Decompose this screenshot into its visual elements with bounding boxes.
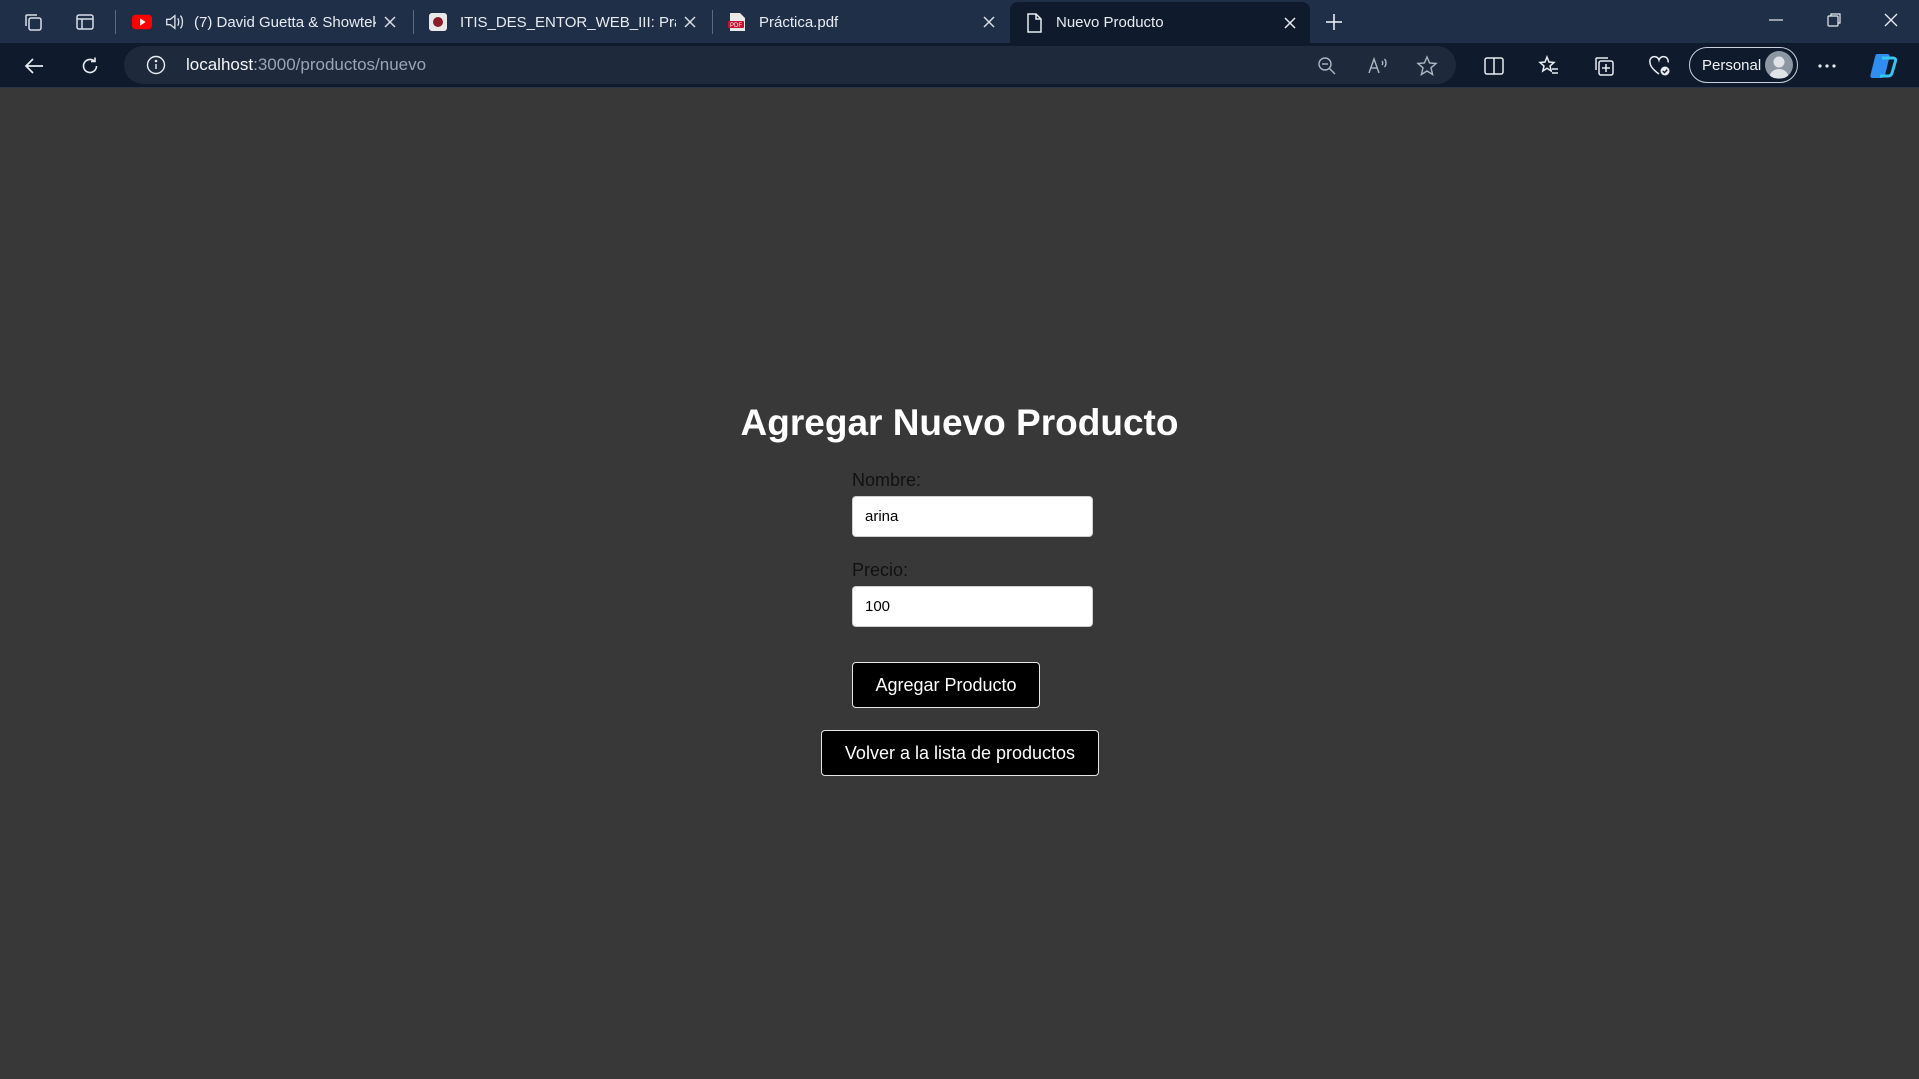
url-host: localhost [186, 55, 254, 74]
tab-title: (7) David Guetta & Showtek [194, 13, 376, 31]
copilot-icon[interactable] [1866, 49, 1900, 83]
close-window-button[interactable] [1863, 0, 1919, 40]
close-icon[interactable] [376, 8, 404, 36]
url-text[interactable]: localhost:3000/productos/nuevo [186, 55, 426, 75]
read-aloud-icon[interactable] [1366, 54, 1390, 78]
nombre-field[interactable] [852, 496, 1093, 537]
tab-title: ITIS_DES_ENTOR_WEB_III: Práctica [460, 13, 676, 31]
minimize-button[interactable] [1748, 0, 1804, 40]
favorite-star-icon[interactable] [1415, 54, 1439, 78]
precio-label: Precio: [852, 560, 909, 580]
address-bar[interactable]: localhost:3000/productos/nuevo [124, 46, 1456, 84]
tab-youtube[interactable]: (7) David Guetta & Showtek [118, 4, 410, 40]
browser-essentials-icon[interactable] [1642, 49, 1676, 83]
browser-toolbar: localhost:3000/productos/nuevo Personal [0, 43, 1919, 88]
volver-lista-button[interactable]: Volver a la lista de productos [821, 730, 1099, 776]
tab-course[interactable]: ITIS_DES_ENTOR_WEB_III: Práctica [414, 4, 710, 40]
vertical-tabs-icon[interactable] [70, 7, 100, 37]
pdf-icon: PDF [727, 12, 747, 32]
nombre-label: Nombre: [852, 470, 922, 490]
more-options-icon[interactable] [1810, 49, 1844, 83]
new-tab-button[interactable] [1318, 6, 1350, 38]
url-path: :3000/productos/nuevo [253, 55, 427, 74]
back-button[interactable] [17, 49, 51, 83]
favorites-icon[interactable] [1532, 49, 1566, 83]
page-icon [1024, 12, 1044, 33]
close-icon[interactable] [975, 8, 1003, 36]
site-info-icon[interactable] [146, 55, 166, 75]
profile-label: Personal [1702, 56, 1762, 74]
profile-button[interactable]: Personal [1689, 47, 1798, 83]
site-crest-icon [428, 12, 448, 32]
speaker-icon[interactable] [164, 12, 184, 32]
tab-title: Nuevo Producto [1056, 14, 1164, 31]
tab-strip: (7) David Guetta & Showtek ITIS_DES_ENTO… [0, 0, 1919, 43]
youtube-icon [132, 12, 152, 32]
page-title: Agregar Nuevo Producto [740, 402, 1179, 443]
close-icon[interactable] [1276, 9, 1304, 37]
tab-nuevo-producto[interactable]: Nuevo Producto [1010, 2, 1310, 43]
refresh-button[interactable] [73, 49, 107, 83]
tab-title: Práctica.pdf [759, 13, 839, 31]
tab-separator [115, 10, 116, 34]
split-screen-icon[interactable] [1477, 49, 1511, 83]
avatar [1765, 51, 1793, 79]
agregar-producto-button[interactable]: Agregar Producto [852, 662, 1040, 708]
tab-pdf[interactable]: PDF Práctica.pdf [713, 4, 1009, 40]
precio-field[interactable] [852, 586, 1093, 627]
restore-button[interactable] [1806, 0, 1862, 40]
zoom-out-icon[interactable] [1315, 54, 1339, 78]
workspaces-icon[interactable] [18, 7, 48, 37]
svg-text:PDF: PDF [730, 23, 742, 29]
page-content: Agregar Nuevo Producto Nombre: Precio: A… [0, 89, 1919, 1079]
collections-icon[interactable] [1587, 49, 1621, 83]
close-icon[interactable] [676, 8, 704, 36]
